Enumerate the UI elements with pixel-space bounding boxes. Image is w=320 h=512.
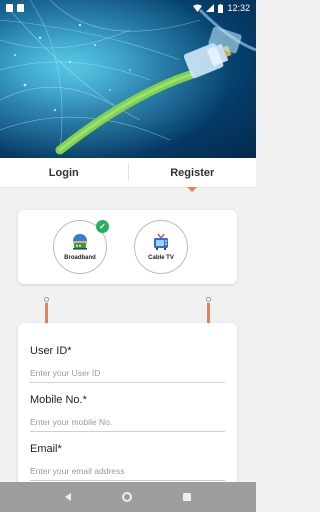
mobile-label: Mobile No.* — [30, 394, 87, 406]
recent-apps-icon[interactable] — [182, 493, 191, 501]
user-id-input[interactable] — [30, 366, 225, 383]
tab-login-label: Login — [48, 166, 79, 179]
auth-tabs: Login Register — [0, 158, 257, 192]
system-nav-bar — [0, 482, 256, 512]
wifi-icon — [193, 4, 203, 12]
email-field: Email* — [30, 443, 225, 481]
network-cable-image — [0, 0, 256, 158]
selected-check-icon: ✓ — [96, 220, 109, 233]
status-bar: 12:32 — [0, 0, 256, 16]
sd-card-icon — [17, 4, 24, 12]
tab-register-label: Register — [170, 166, 215, 179]
signal-icon — [206, 4, 215, 12]
status-time: 12:32 — [227, 3, 250, 13]
tab-login[interactable]: Login — [0, 158, 128, 187]
registration-form: User ID* Mobile No.* Email* — [18, 323, 237, 493]
service-cable-tv[interactable]: Cable TV — [134, 220, 188, 274]
battery-icon — [218, 3, 224, 13]
tab-register[interactable]: Register — [129, 158, 257, 192]
notification-icon — [6, 4, 13, 12]
back-icon[interactable] — [65, 493, 72, 501]
service-broadband-label: Broadband — [64, 255, 96, 261]
user-id-field: User ID* — [30, 345, 225, 383]
email-label: Email* — [30, 443, 62, 455]
service-cable-tv-label: Cable TV — [148, 255, 174, 261]
mobile-field: Mobile No.* — [30, 394, 225, 432]
hero-banner — [0, 0, 256, 158]
home-icon[interactable] — [121, 492, 132, 502]
email-input[interactable] — [30, 464, 225, 481]
service-broadband[interactable]: Broadband ✓ — [53, 220, 109, 274]
cable-tv-icon — [154, 233, 168, 250]
user-id-label: User ID* — [30, 345, 72, 357]
service-selection-card: Broadband ✓ Cable TV — [18, 210, 237, 284]
broadband-icon — [73, 234, 87, 250]
mobile-input[interactable] — [30, 415, 225, 432]
